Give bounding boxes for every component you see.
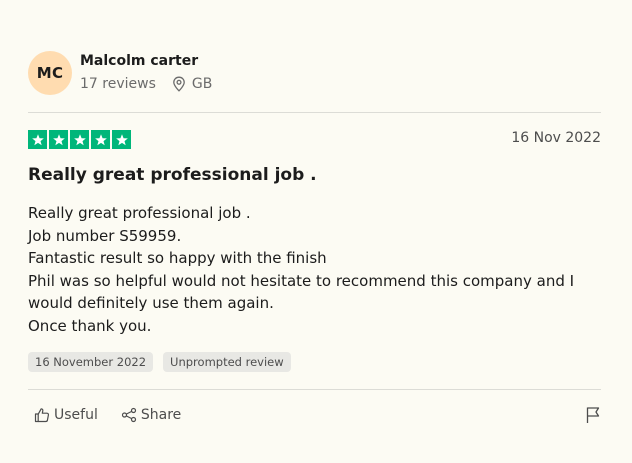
review-body-line: Phil was so helpful would not hesitate t… <box>28 271 575 290</box>
star-icon <box>70 130 89 149</box>
review-actions: Useful Share <box>34 406 204 424</box>
review-date: 16 Nov 2022 <box>511 130 601 146</box>
reviewer-info: Malcolm carter 17 reviews GB <box>80 51 212 93</box>
star-icon <box>49 130 68 149</box>
review-card: MC Malcolm carter 17 reviews GB 16 Nov 2… <box>0 0 632 463</box>
location-pin-icon <box>172 76 186 92</box>
reviewer-meta: 17 reviews GB <box>80 75 212 93</box>
review-body-line: Really great professional job . <box>28 204 251 222</box>
review-body: Really great professional job . Job numb… <box>28 202 598 337</box>
share-button[interactable]: Share <box>121 406 181 424</box>
share-icon <box>121 407 137 423</box>
review-body-line: Job number S59959. <box>28 226 182 245</box>
review-body-line: Once thank you. <box>28 316 152 335</box>
divider <box>28 389 601 390</box>
thumbs-up-icon <box>34 407 50 423</box>
avatar[interactable]: MC <box>28 51 72 95</box>
star-icon <box>112 130 131 149</box>
star-rating <box>28 130 133 149</box>
star-icon <box>28 130 47 149</box>
useful-button[interactable]: Useful <box>34 406 98 424</box>
useful-label: Useful <box>54 407 98 423</box>
divider <box>28 112 601 113</box>
review-body-line: would definitely use them again. <box>28 294 274 312</box>
unprompted-review-tag: Unprompted review <box>163 352 291 372</box>
share-label: Share <box>140 407 182 423</box>
star-icon <box>91 130 110 149</box>
review-body-line: Fantastic result so happy with the finis… <box>28 249 327 267</box>
review-tags: 16 November 2022 Unprompted review <box>28 352 301 372</box>
reviewer-section: MC Malcolm carter 17 reviews GB <box>28 51 212 95</box>
flag-icon[interactable] <box>585 406 601 424</box>
review-count: 17 reviews <box>80 76 156 92</box>
review-title[interactable]: Really great professional job . <box>28 164 317 186</box>
experience-date-tag: 16 November 2022 <box>28 352 154 372</box>
reviewer-country: GB <box>191 76 213 92</box>
reviewer-name[interactable]: Malcolm carter <box>80 52 212 70</box>
